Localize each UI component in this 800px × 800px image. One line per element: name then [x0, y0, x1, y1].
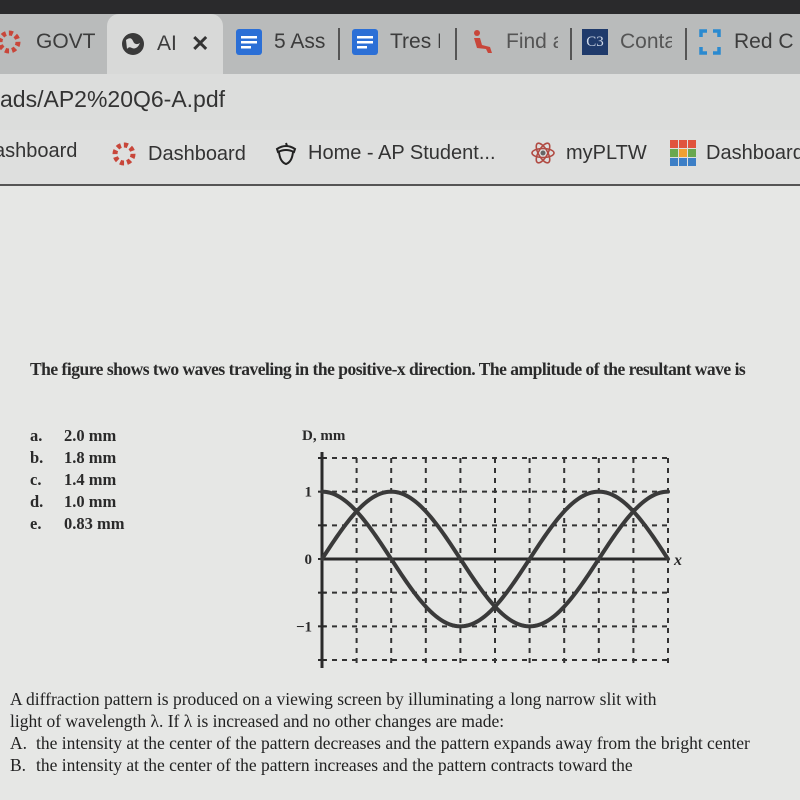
tab-separator [570, 28, 572, 60]
y-tick-label: 0 [305, 552, 313, 568]
tab-strip: GOVT AI ✕ 5 Ass Tres E Find a C3 Conta [0, 14, 800, 74]
tinkercad-icon [670, 140, 696, 166]
acorn-icon [274, 140, 298, 166]
tab-govt[interactable]: GOVT [0, 14, 110, 70]
tab-separator [455, 28, 457, 60]
y-tick-label: −1 [296, 619, 312, 635]
question-2-line-1: A diffraction pattern is produced on a v… [10, 689, 657, 709]
google-docs-icon [352, 29, 378, 55]
bookmark-tinkercad[interactable]: Dashboard [670, 140, 800, 166]
option-c: c. 1.4 mm [30, 470, 117, 489]
bookmark-label: myPLTW [566, 141, 647, 164]
option-a: a. 2.0 mm [30, 426, 117, 445]
tab-label: Tres E [390, 30, 440, 53]
bracket-icon [698, 29, 722, 55]
bookmarks-bar: ashboard Dashboard Home - AP Student... … [0, 130, 800, 186]
bookmark-mypltw[interactable]: myPLTW [530, 140, 647, 166]
bookmark-label: Home - AP Student... [308, 141, 496, 164]
bookmark-ap-student[interactable]: Home - AP Student... [274, 140, 496, 166]
c3-icon: C3 [582, 29, 608, 55]
tab-find[interactable]: Find a [470, 14, 570, 70]
option-d: d. 1.0 mm [30, 492, 117, 511]
wave-chart-svg: D, mm x 1 0 −1 [296, 428, 682, 668]
bookmark-dashboard-canvas[interactable]: Dashboard [110, 140, 246, 168]
tab-separator [685, 28, 687, 60]
url-text[interactable]: ads/AP2%20Q6-A.pdf [0, 86, 225, 113]
grid [322, 457, 669, 666]
axes: x [318, 452, 682, 668]
choice-a: A. the intensity at the center of the pat… [10, 733, 750, 753]
question-2-line-2: light of wavelength λ. If λ is increased… [10, 711, 505, 731]
bookmark-dashboard-1[interactable]: ashboard [0, 140, 77, 163]
tab-label: GOVT [36, 30, 96, 53]
atom-icon [530, 140, 556, 166]
y-tick-label: 1 [305, 485, 313, 501]
tab-label: Conta [620, 30, 672, 53]
tab-label: AI [157, 32, 177, 55]
question-1-options: a. 2.0 mm b. 1.8 mm c. 1.4 mm d. 1.0 mm e. 0.… [30, 425, 125, 535]
tab-red[interactable]: Red C [698, 14, 800, 70]
tab-active-pdf[interactable]: AI ✕ [107, 14, 223, 74]
tab-doc-2[interactable]: Tres E [352, 14, 452, 70]
tab-contacts[interactable]: C3 Conta [582, 14, 682, 70]
wave-chart: D, mm x 1 0 −1 [280, 420, 700, 680]
canvas-icon [0, 27, 24, 57]
bookmark-label: ashboard [0, 140, 78, 162]
choice-b: B. the intensity at the center of the pat… [10, 755, 633, 775]
tick-labels: 1 0 −1 [296, 485, 312, 636]
address-bar[interactable]: ads/AP2%20Q6-A.pdf [0, 74, 800, 130]
fitness-icon [470, 29, 494, 55]
bookmark-label: Dashboard [148, 142, 246, 165]
google-docs-icon [236, 29, 262, 55]
question-1-text: The figure shows two waves traveling in … [30, 359, 746, 379]
bookmark-label: Dashboard [706, 141, 800, 164]
y-axis-label: D, mm [302, 428, 346, 444]
option-e: e. 0.83 mm [30, 514, 125, 533]
globe-icon [121, 32, 145, 56]
tab-separator [338, 28, 340, 60]
tab-label: 5 Ass [274, 30, 326, 53]
tab-label: Red C [734, 30, 794, 53]
x-axis-label: x [673, 552, 682, 569]
canvas-icon [110, 140, 138, 168]
close-tab-icon[interactable]: ✕ [191, 31, 209, 57]
tab-label: Find a [506, 30, 558, 53]
tab-doc-1[interactable]: 5 Ass [236, 14, 336, 70]
option-b: b. 1.8 mm [30, 448, 117, 467]
question-2: A diffraction pattern is produced on a v… [10, 688, 800, 776]
